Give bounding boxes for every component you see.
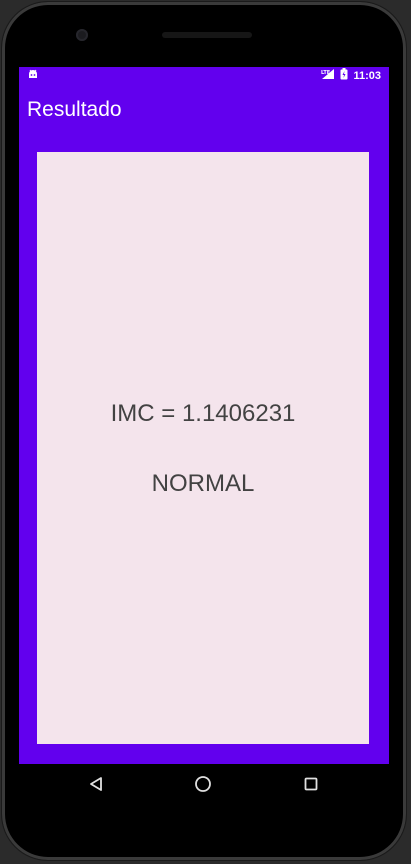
home-circle-icon[interactable] (191, 772, 215, 796)
lte-signal-icon: LTE (321, 68, 335, 83)
battery-charging-icon (340, 68, 348, 83)
status-time: 11:03 (353, 69, 381, 82)
recents-square-icon[interactable] (299, 772, 323, 796)
status-indicators: LTE 11:03 (321, 68, 381, 83)
back-triangle-icon[interactable] (84, 772, 108, 796)
page-title: Resultado (27, 98, 122, 121)
front-camera (76, 29, 88, 41)
imc-value-text: IMC = 1.1406231 (110, 400, 296, 427)
device-screen: LTE 11:03 Resultado IMC = 1.1406231 NORM… (19, 67, 389, 764)
navigation-bar (19, 764, 389, 804)
result-card: IMC = 1.1406231 NORMAL (37, 152, 369, 744)
status-bar: LTE 11:03 (19, 67, 389, 85)
android-debug-icon (27, 68, 39, 83)
imc-classification-text: NORMAL (151, 470, 255, 497)
app-bar: Resultado (19, 85, 389, 141)
svg-text:LTE: LTE (321, 70, 331, 76)
earpiece-speaker (162, 32, 252, 38)
